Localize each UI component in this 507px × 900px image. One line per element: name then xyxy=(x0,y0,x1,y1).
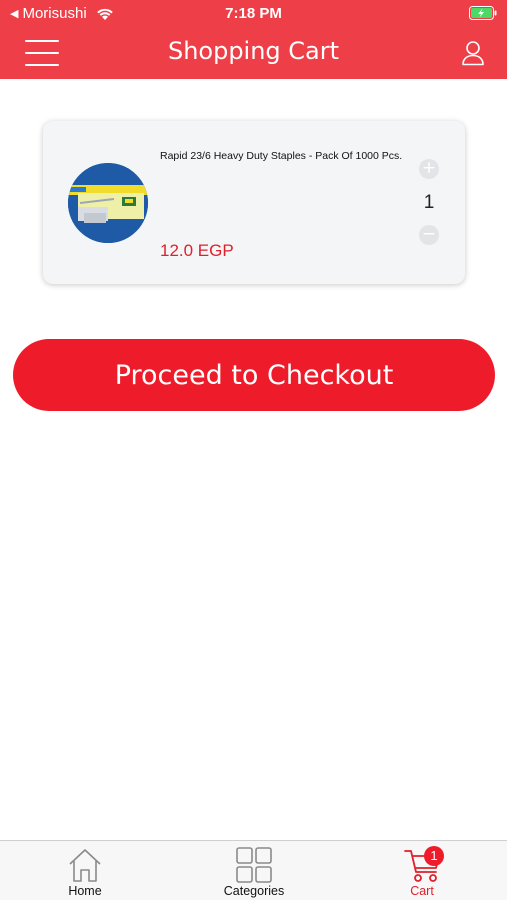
product-name[interactable]: Rapid 23/6 Heavy Duty Staples - Pack Of … xyxy=(160,150,420,162)
staples-box-image xyxy=(68,163,148,243)
grid-icon xyxy=(236,847,272,883)
nav-bar: Shopping Cart xyxy=(0,28,507,79)
tab-cart[interactable]: 1 Cart xyxy=(357,841,487,900)
home-icon xyxy=(69,849,101,882)
tab-categories-label: Categories xyxy=(223,884,285,898)
app-header: ◀ Morisushi 7:18 PM Shopping Cart xyxy=(0,0,507,79)
status-bar: ◀ Morisushi 7:18 PM xyxy=(0,0,507,28)
tab-home[interactable]: Home xyxy=(20,841,150,900)
decrease-quantity-button[interactable]: − xyxy=(419,225,439,245)
increase-quantity-button[interactable]: + xyxy=(419,159,439,179)
product-image[interactable] xyxy=(68,163,148,243)
cart-item-card: Rapid 23/6 Heavy Duty Staples - Pack Of … xyxy=(43,121,465,284)
page-title: Shopping Cart xyxy=(167,37,340,65)
status-time: 7:18 PM xyxy=(225,5,282,22)
tab-home-label: Home xyxy=(68,884,102,898)
tab-cart-label: Cart xyxy=(410,884,434,898)
user-icon[interactable] xyxy=(461,40,485,66)
tab-categories[interactable]: Categories xyxy=(189,841,319,900)
product-price: 12.0 EGP xyxy=(160,241,234,260)
battery-charging-icon xyxy=(469,6,497,20)
cart-count-badge: 1 xyxy=(424,846,444,866)
proceed-to-checkout-button[interactable]: Proceed to Checkout xyxy=(13,339,495,411)
quantity-value: 1 xyxy=(423,192,435,213)
bottom-tab-bar: Home Categories 1 Cart xyxy=(0,840,507,900)
